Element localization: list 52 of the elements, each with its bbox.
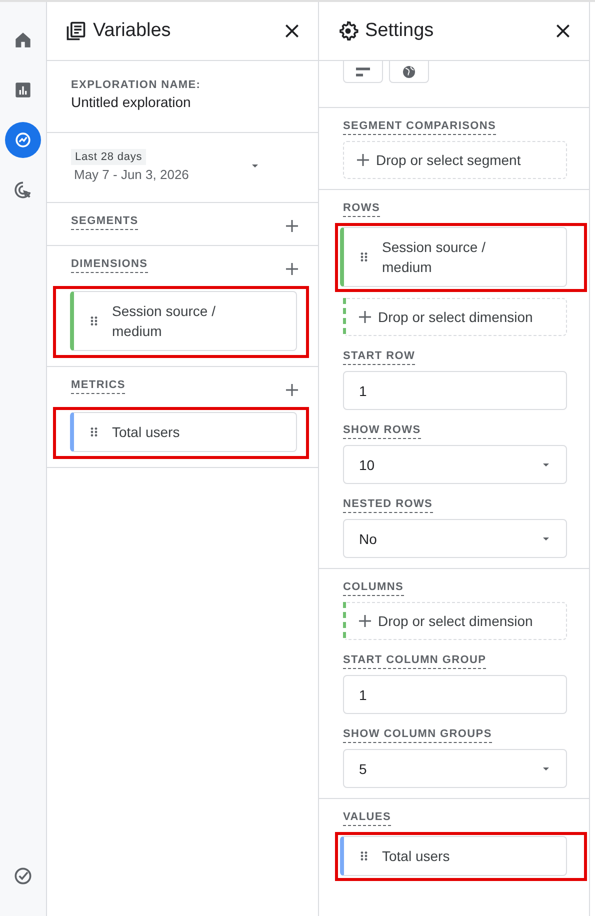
drop-zone[interactable]: Drop or select segment xyxy=(343,141,567,179)
plus-icon xyxy=(356,612,374,630)
section-label: SEGMENTS xyxy=(71,215,138,230)
drop-zone[interactable]: Drop or select dimension xyxy=(343,602,567,640)
date-range: May 7 - Jun 3, 2026 xyxy=(73,167,189,182)
dropdown-select[interactable]: 5 xyxy=(343,749,567,788)
dimension-chip[interactable]: Session source / medium xyxy=(340,227,567,287)
dropdown-select[interactable]: 10 xyxy=(343,445,567,484)
plus-icon xyxy=(354,151,372,169)
section-label: VALUES xyxy=(343,811,392,826)
section-label: METRICS xyxy=(71,379,126,394)
settings-icon xyxy=(337,20,359,42)
section-label: SEGMENT COMPARISONS xyxy=(343,120,496,135)
drop-zone-label: Drop or select dimension xyxy=(378,309,533,325)
plus-icon xyxy=(283,381,301,399)
toolbar-button[interactable] xyxy=(389,61,429,83)
toolbar-button[interactable] xyxy=(343,61,383,83)
section-label: SHOW ROWS xyxy=(343,424,421,439)
section-label: NESTED ROWS xyxy=(343,498,433,513)
chip-label: Session source / medium xyxy=(382,238,486,277)
section-label: START COLUMN GROUP xyxy=(343,654,486,669)
plus-icon xyxy=(283,217,301,235)
drop-zone-label: Drop or select dimension xyxy=(378,613,533,629)
plus-icon xyxy=(283,260,301,278)
dimension-chip[interactable]: Session source / medium xyxy=(70,291,297,351)
metric-chip[interactable]: Total users xyxy=(340,836,567,876)
metric-chip[interactable]: Total users xyxy=(70,412,297,452)
dropdown-select[interactable]: No xyxy=(343,519,567,558)
globe-icon xyxy=(401,64,417,80)
section-label: COLUMNS xyxy=(343,581,404,596)
nav-explore-button[interactable] xyxy=(5,122,41,158)
variables-icon xyxy=(65,20,87,42)
section-label: ROWS xyxy=(343,202,380,217)
chip-label: Session source / medium xyxy=(112,302,216,341)
section-label: SHOW COLUMN GROUPS xyxy=(343,728,492,743)
check-circle-icon xyxy=(12,865,34,887)
panel-title: Variables xyxy=(93,20,172,42)
section-label: DIMENSIONS xyxy=(71,258,148,273)
section-label: EXPLORATION NAME: xyxy=(71,79,201,91)
section-label: START ROW xyxy=(343,350,416,365)
drop-zone-label: Drop or select segment xyxy=(376,152,521,168)
plus-icon xyxy=(356,308,374,326)
drop-zone[interactable]: Drop or select dimension xyxy=(343,298,567,336)
date-range-picker[interactable]: Last 28 days May 7 - Jun 3, 2026 xyxy=(71,149,261,182)
panel-title: Settings xyxy=(365,20,435,42)
chip-label: Total users xyxy=(382,847,450,866)
chip-label: Total users xyxy=(112,423,180,442)
number-input[interactable]: 1 xyxy=(343,371,567,410)
exploration-name[interactable]: Untitled exploration xyxy=(71,94,296,110)
sort-lines-icon xyxy=(356,66,370,76)
number-input[interactable]: 1 xyxy=(343,675,567,714)
date-preset-tag: Last 28 days xyxy=(71,149,146,165)
